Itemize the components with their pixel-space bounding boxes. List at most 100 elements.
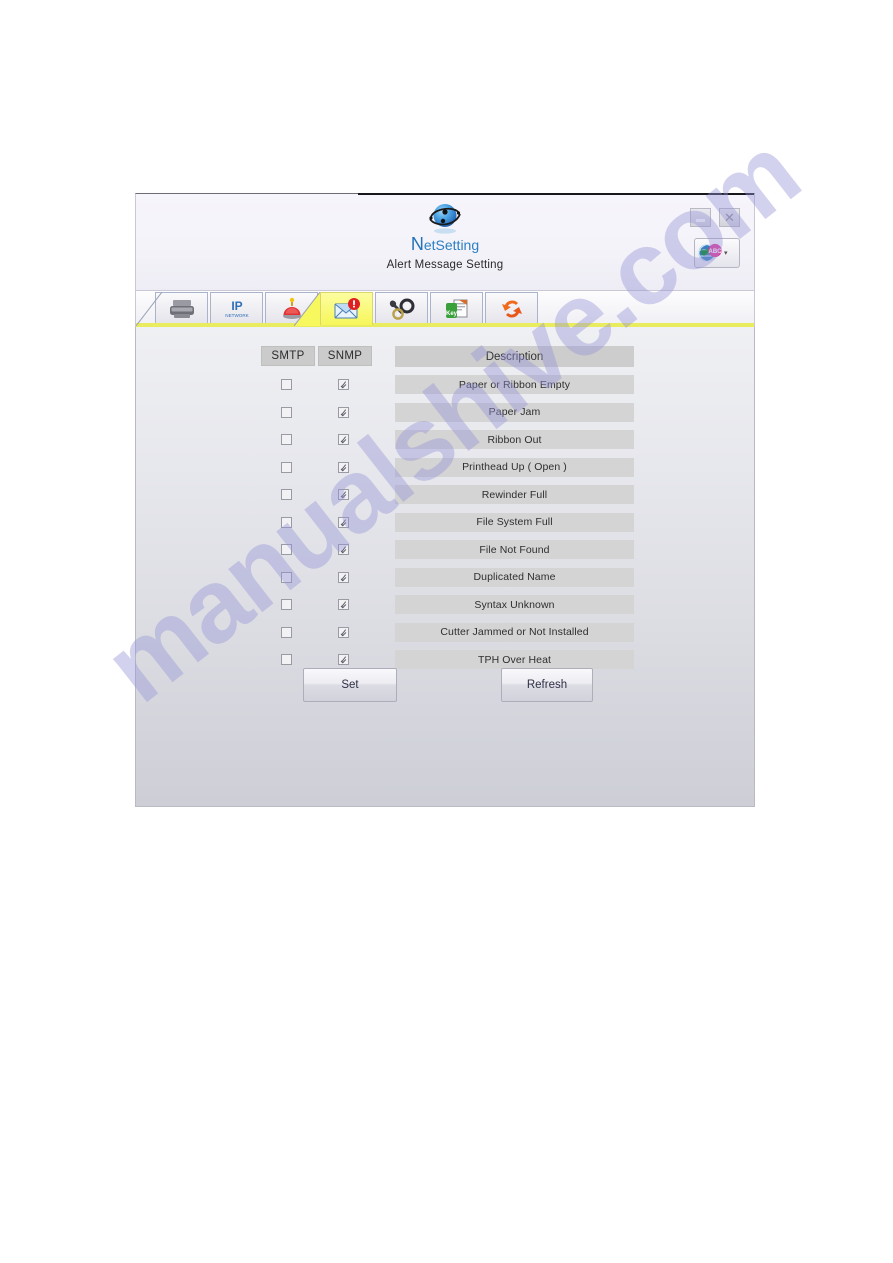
- tab-refresh[interactable]: [485, 292, 538, 325]
- table-row: File System Full: [136, 512, 754, 533]
- refresh-arrows-icon: [497, 297, 527, 321]
- app-logo-rest: etSetting: [423, 237, 480, 253]
- alert-description-cell: Printhead Up ( Open ): [395, 457, 634, 477]
- app-logo-initial: N: [410, 234, 424, 254]
- alert-description-cell: Duplicated Name: [395, 567, 634, 587]
- tab-bar: IP NETWORK Key: [135, 291, 755, 327]
- table-row: Duplicated Name: [136, 567, 754, 588]
- table-row: Syntax Unknown: [136, 595, 754, 615]
- alert-description-cell: Ribbon Out: [395, 430, 634, 449]
- page-title: Alert Message Setting: [386, 259, 504, 271]
- tab-printer[interactable]: [155, 292, 208, 325]
- mail-alert-icon: [332, 297, 362, 321]
- table-row: Paper Jam: [136, 402, 754, 423]
- snmp-checkbox[interactable]: [338, 544, 349, 555]
- checkmark-icon: [282, 655, 291, 664]
- checkmark-icon: [282, 573, 291, 582]
- smtp-checkbox[interactable]: [281, 406, 292, 418]
- svg-text:NETWORK: NETWORK: [225, 313, 249, 318]
- smtp-checkbox[interactable]: [281, 626, 292, 638]
- table-row: Rewinder Full: [136, 485, 754, 505]
- column-header-snmp[interactable]: SNMP: [318, 346, 372, 366]
- tab-strip: IP NETWORK Key: [136, 291, 754, 327]
- tab-security[interactable]: Key: [430, 292, 483, 325]
- chevron-down-icon: ▾: [724, 250, 728, 257]
- minimize-button[interactable]: [690, 208, 711, 227]
- tab-alarm[interactable]: [265, 292, 318, 325]
- checkmark-icon: [282, 380, 291, 389]
- alert-description-cell: File Not Found: [395, 540, 634, 559]
- checkmark-icon: [282, 408, 291, 417]
- checkmark-icon: [282, 628, 291, 637]
- snmp-checkbox[interactable]: [338, 489, 349, 500]
- checkmark-icon: [282, 518, 291, 527]
- close-button[interactable]: ✕: [719, 208, 740, 227]
- checkmark-icon: [339, 463, 348, 472]
- window-controls: ✕: [690, 208, 740, 227]
- key-file-icon: Key: [442, 297, 472, 321]
- smtp-checkbox[interactable]: [281, 434, 292, 445]
- ip-network-icon: IP NETWORK: [222, 297, 252, 321]
- svg-text:ABC: ABC: [709, 249, 723, 255]
- alert-description-cell: File System Full: [395, 512, 634, 532]
- globe-atom-icon: [429, 204, 461, 234]
- alert-description-cell: Paper or Ribbon Empty: [395, 375, 634, 394]
- alert-description-cell: Paper Jam: [395, 402, 634, 422]
- smtp-checkbox[interactable]: [281, 379, 292, 390]
- language-selector-button[interactable]: ABC ▾: [694, 238, 740, 268]
- title-bar: NetSetting Alert Message Setting ✕ ABC ▾: [135, 193, 755, 291]
- snmp-checkbox[interactable]: [338, 626, 349, 638]
- table-row: Ribbon Out: [136, 430, 754, 450]
- refresh-button[interactable]: Refresh: [501, 668, 593, 702]
- checkmark-icon: [339, 600, 348, 609]
- app-logo-text: NetSetting: [136, 234, 754, 255]
- smtp-checkbox[interactable]: [281, 599, 292, 610]
- table-row: Printhead Up ( Open ): [136, 457, 754, 478]
- minimize-icon: [696, 219, 705, 222]
- alert-settings-panel: SMTP SNMP Description Paper or Ribbon Em…: [135, 327, 755, 807]
- app-logo: NetSetting: [136, 200, 754, 255]
- checkmark-icon: [339, 435, 348, 444]
- checkmark-icon: [339, 408, 348, 417]
- svg-text:IP: IP: [231, 299, 242, 313]
- table-row: Cutter Jammed or Not Installed: [136, 622, 754, 643]
- snmp-checkbox[interactable]: [338, 571, 349, 583]
- alert-description-cell: TPH Over Heat: [395, 650, 634, 669]
- globe-abc-icon: ABC: [698, 243, 723, 263]
- checkmark-icon: [339, 380, 348, 389]
- smtp-checkbox[interactable]: [281, 516, 292, 528]
- snmp-checkbox[interactable]: [338, 379, 349, 390]
- table-row: File Not Found: [136, 540, 754, 560]
- column-header-smtp[interactable]: SMTP: [261, 346, 315, 366]
- smtp-checkbox[interactable]: [281, 571, 292, 583]
- checkmark-icon: [339, 545, 348, 554]
- checkmark-icon: [339, 490, 348, 499]
- table-row: TPH Over Heat: [136, 650, 754, 670]
- smtp-checkbox[interactable]: [281, 489, 292, 500]
- alert-description-cell: Rewinder Full: [395, 485, 634, 504]
- snmp-checkbox[interactable]: [338, 654, 349, 665]
- snmp-checkbox[interactable]: [338, 599, 349, 610]
- smtp-checkbox[interactable]: [281, 654, 292, 665]
- smtp-checkbox[interactable]: [281, 544, 292, 555]
- checkmark-icon: [339, 573, 348, 582]
- checkmark-icon: [282, 545, 291, 554]
- alert-description-cell: Cutter Jammed or Not Installed: [395, 622, 634, 642]
- checkmark-icon: [282, 435, 291, 444]
- snmp-checkbox[interactable]: [338, 516, 349, 528]
- tab-alert[interactable]: [320, 292, 373, 325]
- alert-description-cell: Syntax Unknown: [395, 595, 634, 614]
- table-row: Paper or Ribbon Empty: [136, 375, 754, 395]
- tab-settings[interactable]: [375, 292, 428, 325]
- set-button[interactable]: Set: [303, 668, 397, 702]
- checkmark-icon: [339, 628, 348, 637]
- smtp-checkbox[interactable]: [281, 461, 292, 473]
- checkmark-icon: [282, 463, 291, 472]
- tab-ip[interactable]: IP NETWORK: [210, 292, 263, 325]
- snmp-checkbox[interactable]: [338, 461, 349, 473]
- checkmark-icon: [339, 518, 348, 527]
- checkmark-icon: [282, 600, 291, 609]
- alarm-bell-icon: [277, 297, 307, 321]
- snmp-checkbox[interactable]: [338, 434, 349, 445]
- snmp-checkbox[interactable]: [338, 406, 349, 418]
